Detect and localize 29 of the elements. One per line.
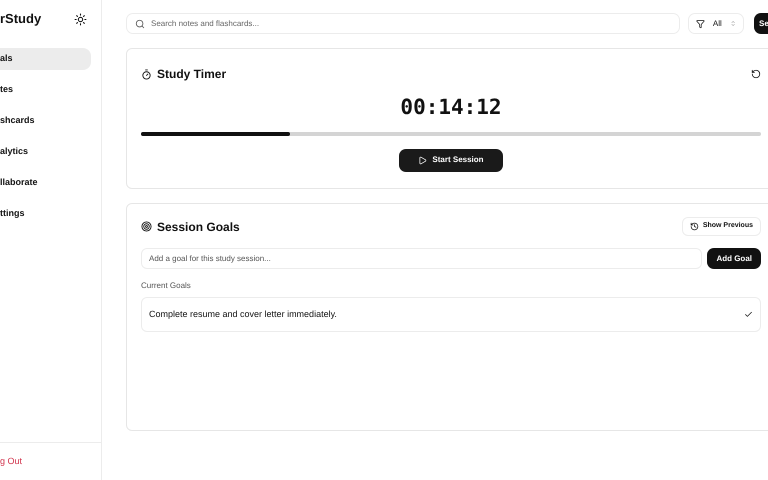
play-icon	[418, 156, 428, 164]
goals-title: Session Goals	[157, 218, 240, 236]
nav-item[interactable]: alytics	[0, 141, 91, 163]
timer-title: Study Timer	[157, 66, 226, 83]
add-goal-button[interactable]: Add Goal	[707, 248, 761, 269]
timer-display: 00:14:12	[399, 94, 503, 121]
log-out-link[interactable]: g Out	[0, 454, 22, 468]
target-icon	[141, 221, 152, 232]
reset-icon[interactable]	[751, 69, 761, 79]
nav-item[interactable]: ttings	[0, 203, 91, 225]
nav-item[interactable]: tes	[0, 79, 91, 101]
app-name: rStudy	[0, 10, 42, 28]
history-icon	[690, 222, 699, 231]
theme-toggle-icon[interactable]	[74, 12, 87, 26]
chevrons-icon	[730, 20, 736, 27]
goal-input[interactable]: Add a goal for this study session...	[141, 248, 702, 269]
search-field[interactable]: Search notes and flashcards...	[126, 13, 680, 34]
search-icon	[135, 18, 145, 28]
filter-select[interactable]: All	[688, 13, 744, 34]
nav-item[interactable]: shcards	[0, 110, 91, 132]
start-session-button[interactable]: Start Session	[399, 148, 503, 172]
nav-item[interactable]: als	[0, 48, 91, 70]
goal-text: Complete resume and cover letter immediately.	[149, 308, 337, 321]
check-icon[interactable]	[744, 310, 753, 319]
section-label: Current Goals	[141, 280, 192, 292]
goal-item[interactable]: Complete resume and cover letter immediately.	[141, 297, 761, 332]
filter-icon	[696, 18, 705, 28]
stopwatch-icon	[141, 68, 152, 80]
nav-item[interactable]: llaborate	[0, 172, 91, 194]
